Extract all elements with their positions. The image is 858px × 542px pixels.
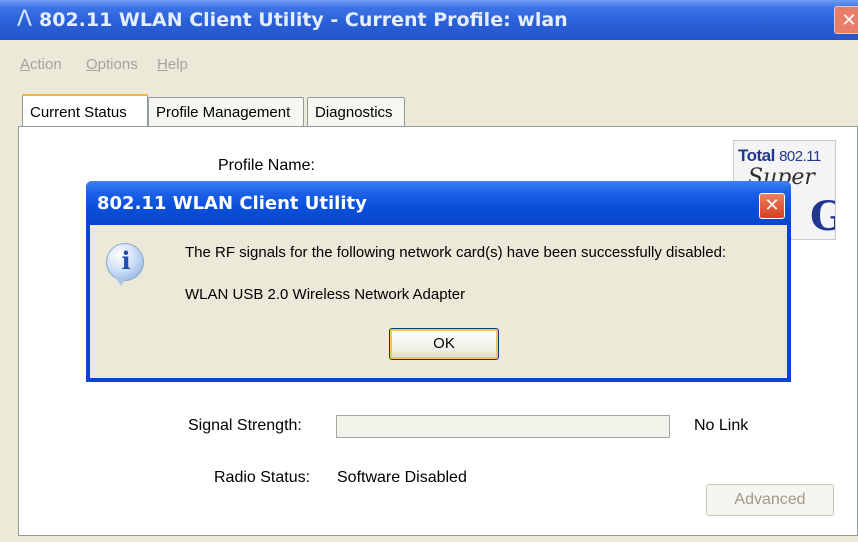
menu-help-mnemonic: H [157,56,168,73]
signal-strength-value: No Link [694,417,749,434]
main-window: Λ 802.11 WLAN Client Utility - Current P… [0,0,858,542]
menu-bar: Action Options Help [0,56,858,84]
window-close-button[interactable]: ✕ [834,6,858,34]
information-icon-tail [115,277,127,286]
tab-current-status[interactable]: Current Status [22,94,148,126]
logo-brand: Total 802.11 [738,146,821,166]
logo-brand-text: Total [738,146,775,165]
dialog-close-button[interactable]: ✕ [759,193,785,219]
dialog-adapter-name: WLAN USB 2.0 Wireless Network Adapter [185,286,466,303]
menu-help-label: elp [167,56,188,73]
dialog-body: i The RF signals for the following netwo… [90,225,787,378]
menu-options-mnemonic: O [86,56,98,73]
tab-profile-management[interactable]: Profile Management [148,97,304,126]
information-glyph: i [121,246,131,275]
menu-action-mnemonic: A [20,56,31,73]
radio-status-label: Radio Status: [214,469,311,486]
menu-options[interactable]: Options [86,56,138,73]
signal-strength-label: Signal Strength: [188,417,302,434]
signal-strength-bar [336,415,670,438]
tab-diagnostics[interactable]: Diagnostics [307,97,405,126]
rf-disabled-dialog: 802.11 WLAN Client Utility ✕ i The RF si… [86,181,791,382]
ok-button[interactable]: OK [389,328,499,360]
profile-name-label: Profile Name: [218,157,315,174]
menu-action[interactable]: Action [20,56,62,73]
dialog-title-bar[interactable]: 802.11 WLAN Client Utility ✕ [86,181,791,225]
information-icon: i [106,243,144,286]
dialog-message: The RF signals for the following network… [185,244,727,261]
close-icon: ✕ [764,195,780,216]
window-title: 802.11 WLAN Client Utility - Current Pro… [39,9,568,31]
title-bar[interactable]: Λ 802.11 WLAN Client Utility - Current P… [0,0,858,40]
menu-options-label: ptions [97,56,138,73]
close-icon: ✕ [841,10,857,31]
app-icon: Λ [17,7,33,32]
dialog-title: 802.11 WLAN Client Utility [97,193,367,214]
radio-status-value: Software Disabled [337,469,467,486]
logo-g: G [810,193,835,239]
advanced-button[interactable]: Advanced [706,484,834,516]
menu-help[interactable]: Help [157,56,188,73]
logo-standard: 802.11 [779,148,821,165]
menu-action-label: ction [30,56,62,73]
